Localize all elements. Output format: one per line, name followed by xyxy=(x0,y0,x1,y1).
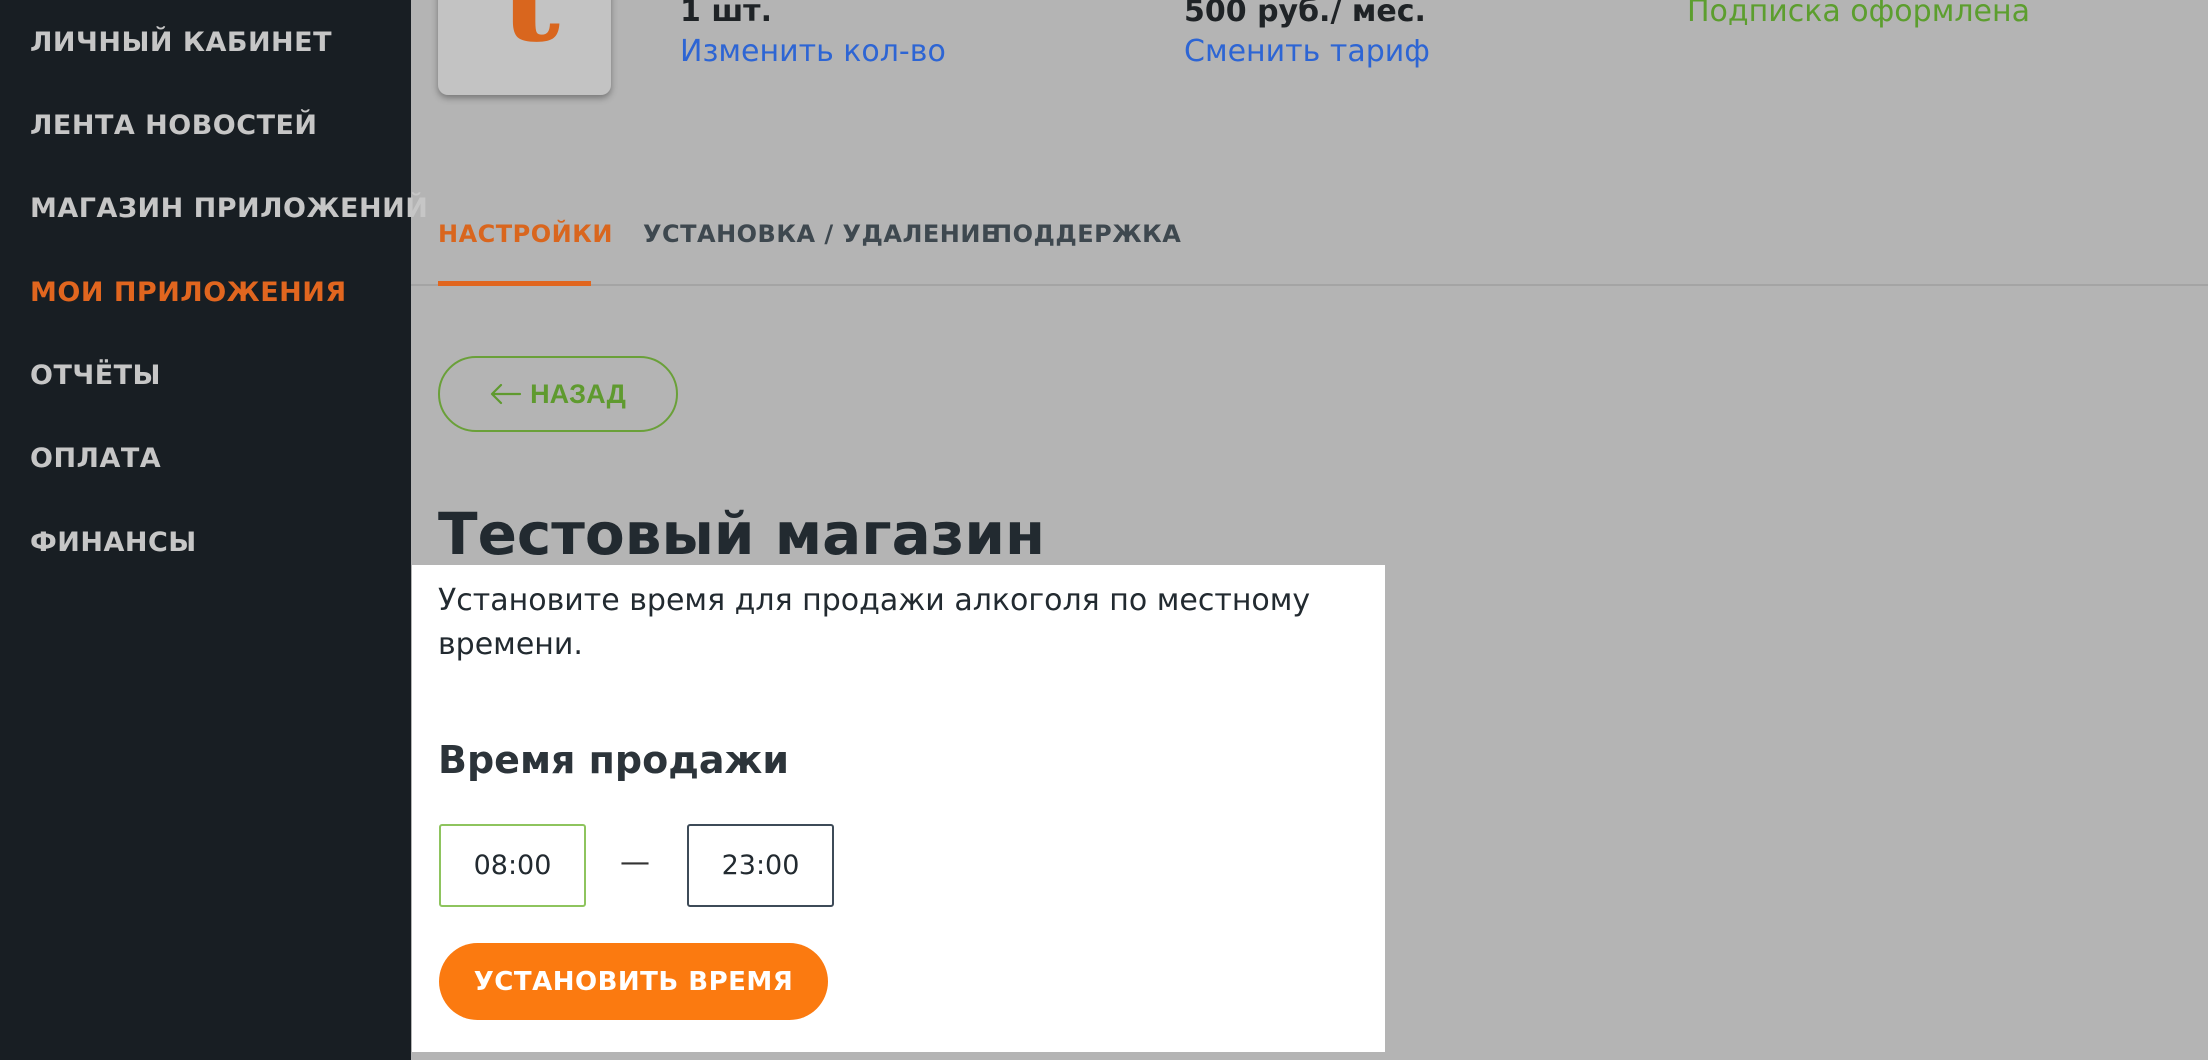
sale-time-heading: Время продажи xyxy=(438,738,789,782)
active-tab-indicator xyxy=(438,281,591,286)
arrow-left-icon xyxy=(491,383,522,405)
sidebar-item-reports[interactable]: ОТЧЁТЫ xyxy=(30,360,161,391)
tab-settings[interactable]: НАСТРОЙКИ xyxy=(438,220,613,248)
page-title: Тестовый магазин xyxy=(438,500,1046,568)
app-logo: t xyxy=(438,0,611,95)
change-quantity-link[interactable]: Изменить кол-во xyxy=(680,34,946,69)
tab-install-uninstall[interactable]: УСТАНОВКА / УДАЛЕНИЕ xyxy=(643,220,998,248)
sidebar-item-payment[interactable]: ОПЛАТА xyxy=(30,443,161,474)
sidebar: ЛИЧНЫЙ КАБИНЕТ ЛЕНТА НОВОСТЕЙ МАГАЗИН ПР… xyxy=(0,0,428,1060)
main-content: t 1 шт. Изменить кол-во 500 руб./ мес. С… xyxy=(411,0,2208,1060)
tabs-divider xyxy=(411,284,2208,286)
time-from-input[interactable] xyxy=(439,824,586,907)
price-value: 500 руб./ мес. xyxy=(1184,0,1426,29)
change-tariff-link[interactable]: Сменить тариф xyxy=(1184,34,1430,69)
sidebar-item-news-feed[interactable]: ЛЕНТА НОВОСТЕЙ xyxy=(30,110,318,141)
sidebar-item-my-apps[interactable]: МОИ ПРИЛОЖЕНИЯ xyxy=(30,277,347,308)
sale-time-panel: Установите время для продажи алкоголя по… xyxy=(412,565,1385,1052)
quantity-value: 1 шт. xyxy=(680,0,772,29)
set-time-button[interactable]: УСТАНОВИТЬ ВРЕМЯ xyxy=(439,943,828,1020)
sidebar-item-personal-account[interactable]: ЛИЧНЫЙ КАБИНЕТ xyxy=(30,27,332,58)
subscription-status: Подписка оформлена xyxy=(1687,0,2030,29)
time-range-separator: — xyxy=(620,845,650,880)
app-logo-letter: t xyxy=(500,0,560,60)
time-to-input[interactable] xyxy=(687,824,834,907)
sidebar-item-finance[interactable]: ФИНАНСЫ xyxy=(30,527,197,558)
tab-support[interactable]: ПОДДЕРЖКА xyxy=(992,220,1181,248)
back-button[interactable]: НАЗАД xyxy=(438,356,678,432)
sale-time-description: Установите время для продажи алкоголя по… xyxy=(438,583,1311,662)
sidebar-item-app-store[interactable]: МАГАЗИН ПРИЛОЖЕНИЙ xyxy=(30,193,428,224)
back-button-label: НАЗАД xyxy=(530,378,626,409)
